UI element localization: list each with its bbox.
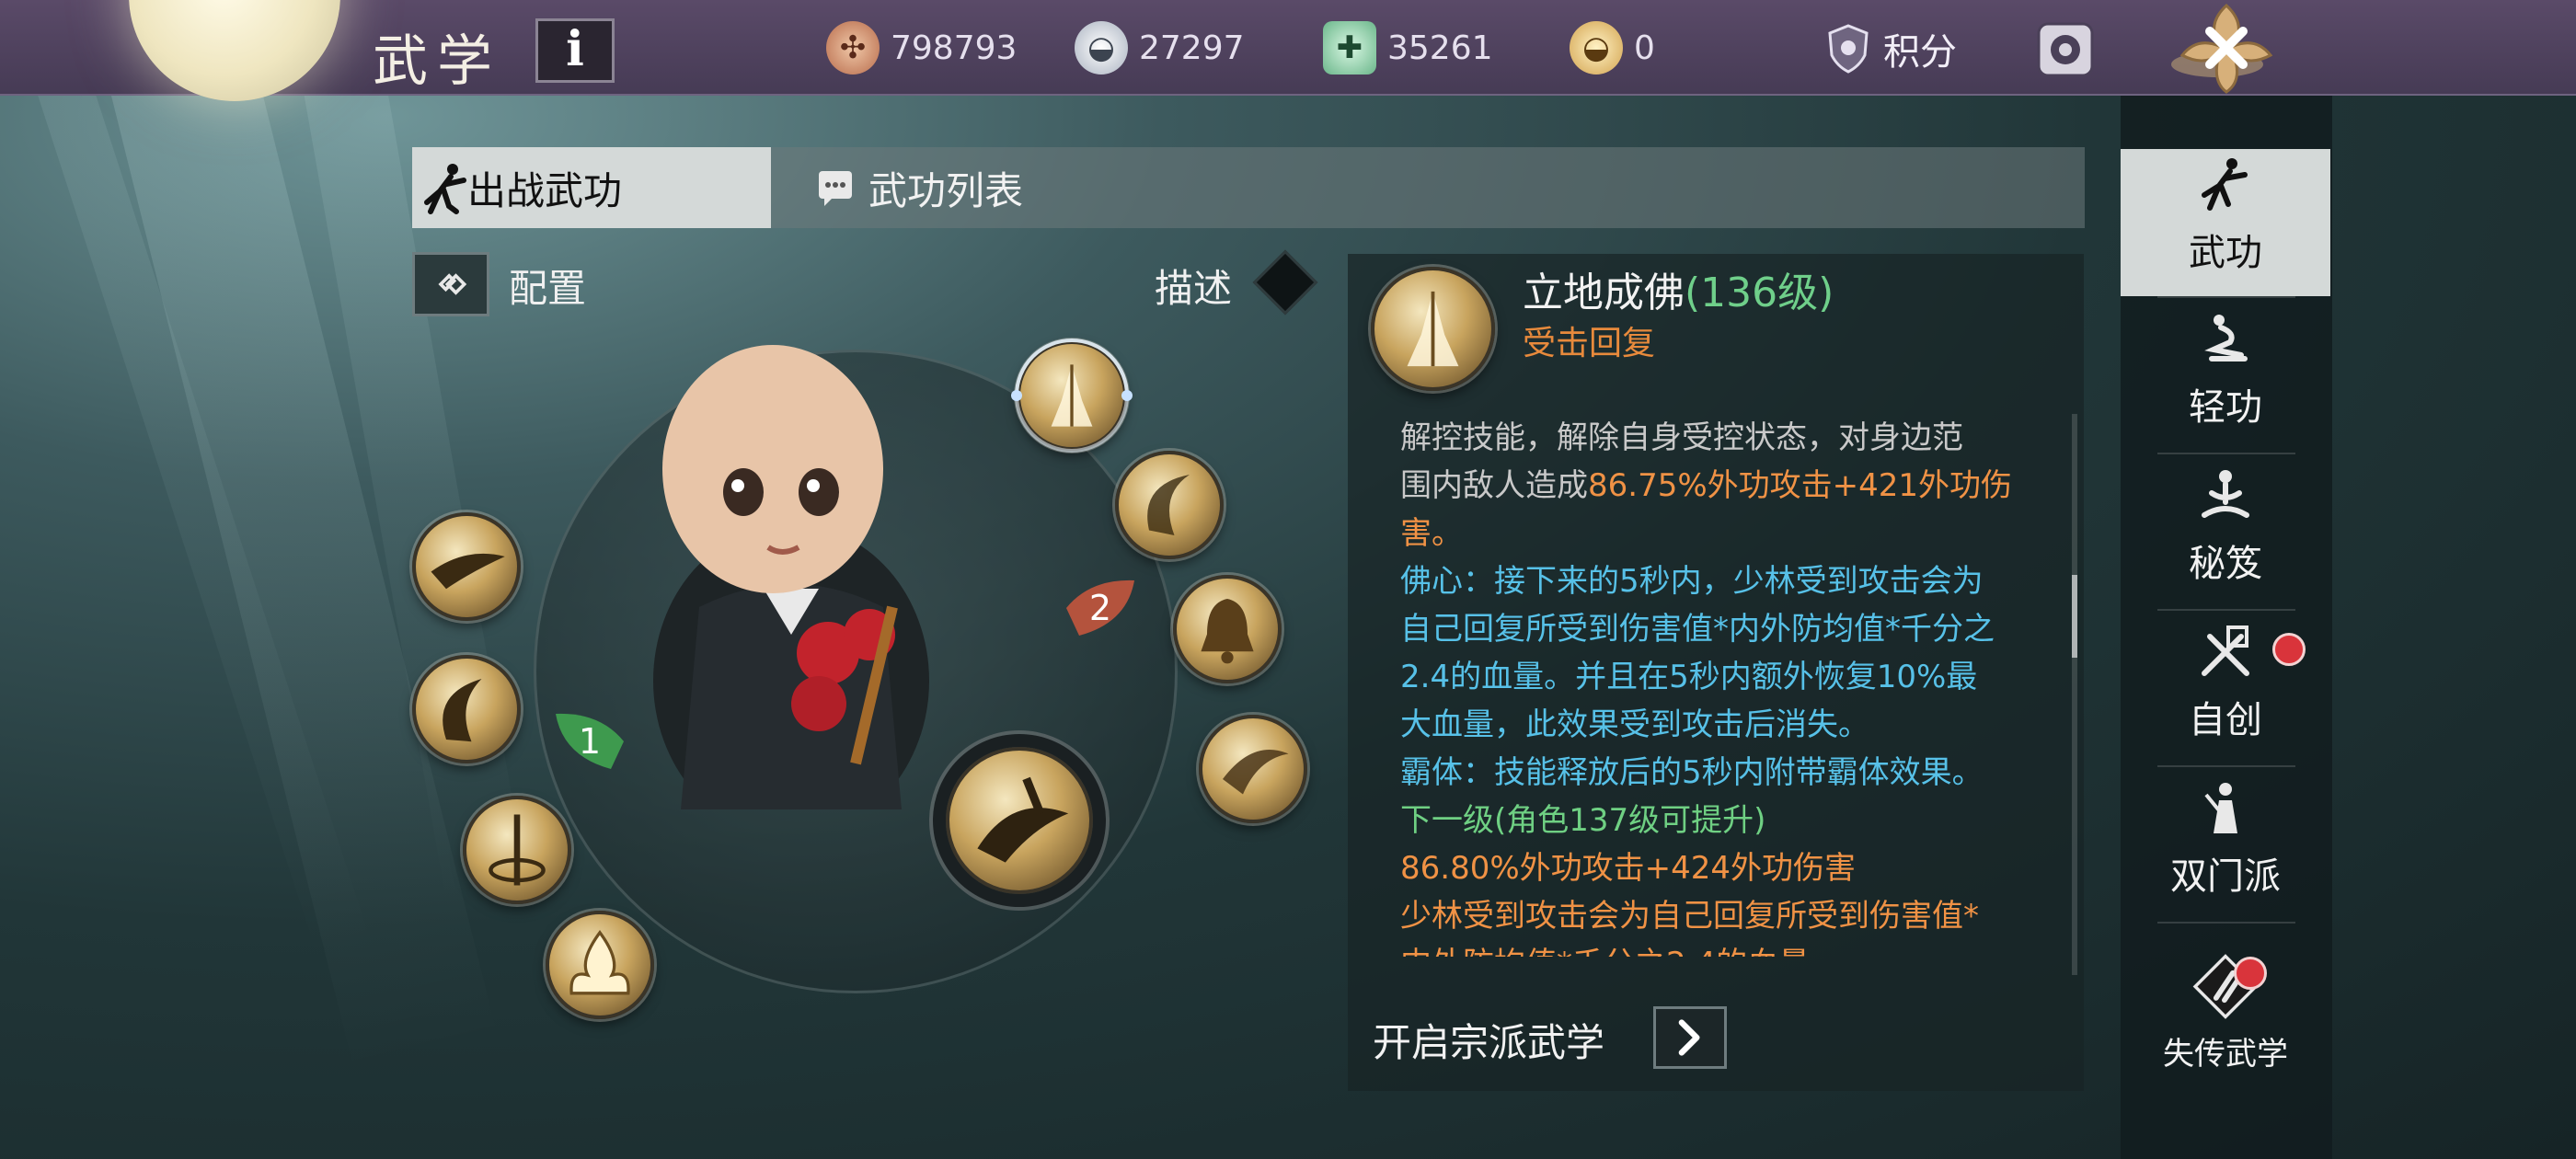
desc-line: 2.4的血量。并且在5秒内额外恢复10%最 — [1400, 659, 1978, 695]
desc-line: 解控技能，解除自身受控状态，对身边范 — [1400, 419, 1963, 456]
nav-shichuan[interactable]: 失传武学 — [2121, 952, 2330, 1081]
scroll-icon[interactable] — [2033, 18, 2098, 81]
skill-slot-left-1[interactable] — [412, 512, 521, 621]
coin-wheel-icon: ✣ — [826, 21, 880, 75]
scroll-list-icon — [819, 171, 852, 206]
tab-skill-list[interactable]: 武功列表 — [789, 147, 1139, 228]
flame-burst-icon — [569, 930, 630, 995]
desc-scrollbar[interactable] — [2072, 414, 2077, 975]
desc-line: 86.80%外功攻击+424外功伤害 — [1400, 850, 1857, 887]
skill-detail-icon — [1371, 267, 1495, 391]
nav-shuangmenpai[interactable]: 双门派 — [2121, 773, 2330, 920]
desc-line: 大血量，此效果受到攻击后消失。 — [1400, 706, 1869, 743]
skill-description[interactable]: 解控技能，解除自身受控状态，对身边范 围内敌人造成86.75%外功攻击+421外… — [1400, 414, 2063, 957]
tab-list-label: 武功列表 — [868, 167, 1024, 213]
skill-slot-left-2[interactable] — [412, 655, 521, 763]
page-title: 武学 — [373, 29, 501, 94]
meditating-figure-icon — [2202, 470, 2249, 518]
config-button[interactable] — [412, 252, 489, 316]
bell-icon — [1201, 599, 1254, 664]
tab-battle-label: 出战武功 — [467, 167, 623, 213]
nav-qinggong[interactable]: 轻功 — [2121, 304, 2330, 451]
resource-coin-value: 798793 — [891, 29, 1018, 67]
tab-battle-skills[interactable]: 出战武功 — [412, 147, 771, 228]
desc-line: 内外防均值*千分之2.4的血量 — [1400, 940, 2063, 957]
resource-silver-value: 27297 — [1139, 29, 1245, 67]
skill-slot-ultimate[interactable] — [946, 747, 1093, 894]
notification-dot — [2272, 633, 2306, 666]
fighter-icon — [424, 164, 466, 214]
sect-skill-button[interactable] — [1653, 1006, 1727, 1069]
desc-line: 害。 — [1400, 515, 1463, 552]
desc-line: 围内敌人造成86.75%外功攻击+421外功伤 — [1400, 467, 2013, 504]
crescent-strike-icon — [1147, 475, 1190, 535]
skill-level: (136级) — [1685, 270, 1834, 316]
swordsman-icon — [2204, 783, 2237, 833]
chevron-right-icon — [1678, 1019, 1700, 1056]
martial-arts-icon — [2202, 158, 2248, 211]
nav-wugong[interactable]: 武功 — [2121, 149, 2330, 296]
resource-gold[interactable]: ◒ 0 — [1570, 20, 1655, 75]
silver-bowl-icon: ◒ — [1075, 21, 1128, 75]
nav-shuangmenpai-label: 双门派 — [2170, 855, 2281, 898]
shield-icon — [1828, 24, 1869, 74]
skill-slot-left-3[interactable] — [463, 796, 571, 904]
nav-zichuang-label: 自创 — [2189, 699, 2262, 741]
desc-line: 自己回复所受到伤害值*内外防均值*千分之 — [1400, 611, 1995, 648]
nav-shichuan-label: 失传武学 — [2163, 1036, 2288, 1073]
badge-1: 1 — [552, 708, 627, 775]
gold-bowl-icon: ◒ — [1570, 21, 1623, 75]
sweeping-kick-icon — [977, 776, 1069, 863]
desc-scroll-thumb[interactable] — [2072, 575, 2077, 658]
resource-coin[interactable]: ✣ 798793 — [826, 20, 1017, 75]
desc-line: 霸体：技能释放后的5秒内附带霸体效果。 — [1400, 754, 1984, 791]
skill-slot-right-3[interactable] — [1199, 715, 1307, 823]
skill-name-text: 立地成佛 — [1523, 270, 1685, 316]
desc-line: 少林受到攻击会为自己回复所受到伤害值* — [1400, 898, 1979, 935]
skill-slot-left-4[interactable] — [546, 911, 654, 1019]
fist-wave-icon — [431, 553, 505, 590]
info-button[interactable]: i — [535, 18, 615, 83]
monk-character — [653, 345, 929, 809]
jumping-figure-icon — [2204, 315, 2248, 361]
jade-ticket-icon: ✚ — [1323, 21, 1376, 75]
nav-miji[interactable]: 秘笈 — [2121, 460, 2330, 607]
praying-hands-icon — [1407, 291, 1459, 367]
close-icon[interactable] — [2162, 0, 2291, 96]
wind-slash-icon — [1223, 750, 1289, 795]
desc-line: 佛心：接下来的5秒内，少林受到攻击会为 — [1400, 563, 1984, 600]
points-label: 积分 — [1883, 31, 1957, 74]
desc-line: 下一级(角色137级可提升) — [1400, 802, 1766, 839]
crossed-swords-icon — [2202, 625, 2249, 676]
resource-gold-value: 0 — [1634, 29, 1655, 67]
notification-dot — [2234, 957, 2267, 990]
nav-qinggong-label: 轻功 — [2189, 386, 2262, 429]
skill-slot-right-2[interactable] — [1173, 575, 1282, 683]
selection-ring — [1011, 339, 1133, 453]
nav-miji-label: 秘笈 — [2189, 543, 2262, 585]
describe-toggle-icon[interactable] — [1252, 249, 1318, 316]
link-icon — [438, 273, 467, 295]
spiral-staff-icon — [489, 814, 546, 886]
resource-jade[interactable]: ✚ 35261 — [1323, 20, 1493, 75]
resource-jade-value: 35261 — [1387, 29, 1493, 67]
config-label: 配置 — [509, 266, 587, 311]
moon-kick-icon — [443, 679, 482, 742]
skill-slot-right-1[interactable] — [1115, 451, 1224, 559]
describe-label[interactable]: 描述 — [1155, 258, 1232, 314]
points-button[interactable]: 积分 — [1826, 22, 1957, 75]
skill-tag: 受击回复 — [1523, 325, 1656, 362]
resource-silver[interactable]: ◒ 27297 — [1075, 20, 1245, 75]
skill-name: 立地成佛(136级) — [1523, 259, 1834, 318]
sect-skill-label[interactable]: 开启宗派武学 — [1373, 1012, 1604, 1068]
badge-2: 2 — [1063, 575, 1138, 641]
tab-bar: 出战武功 武功列表 — [412, 147, 2085, 228]
nav-wugong-label: 武功 — [2189, 232, 2262, 274]
